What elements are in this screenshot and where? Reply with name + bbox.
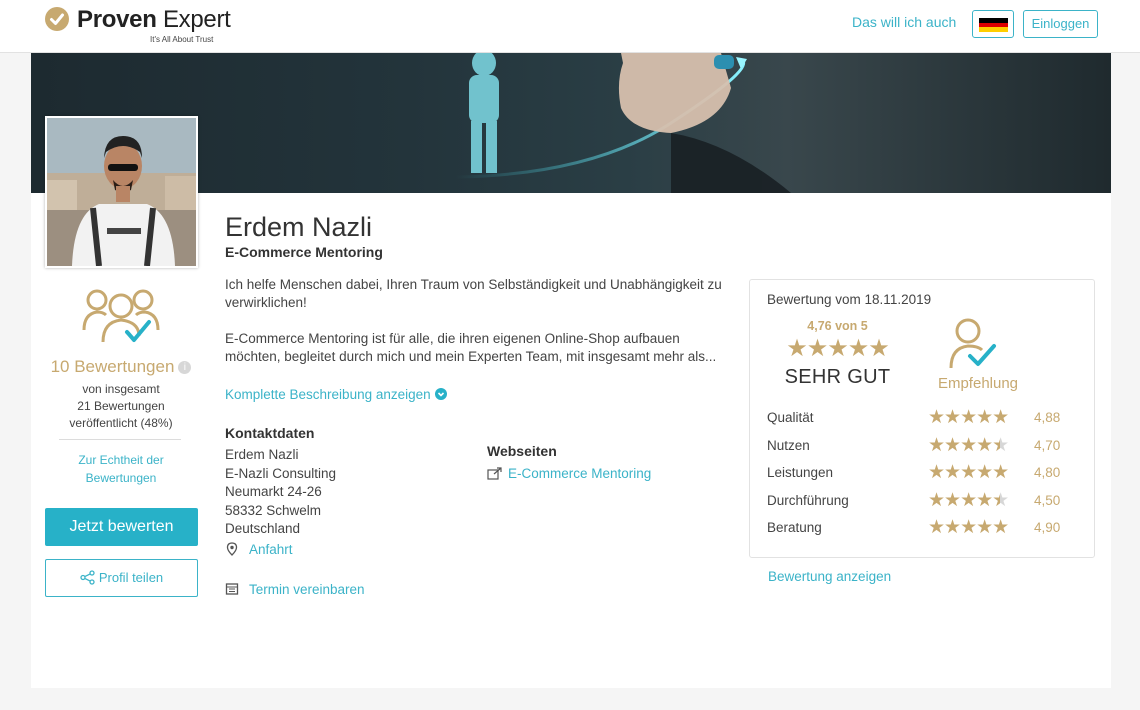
category-value: 4,50 — [1034, 493, 1061, 508]
rating-date: Bewertung vom 18.11.2019 — [767, 292, 932, 307]
category-value: 4,80 — [1034, 465, 1061, 480]
language-selector-button[interactable] — [972, 10, 1014, 38]
rating-category-row: Nutzen ★★★★★ 4,70 — [767, 436, 1087, 456]
category-stars: ★★★★★ — [928, 490, 1009, 511]
category-stars: ★★★★★ — [928, 462, 1009, 483]
rating-category-row: Durchführung ★★★★★ 4,50 — [767, 491, 1087, 511]
recommendation-icon — [948, 316, 1000, 377]
contact-line: 58332 Schwelm — [225, 502, 322, 518]
profile-subtitle: E-Commerce Mentoring — [225, 244, 383, 260]
category-stars: ★★★★★ — [928, 435, 1009, 456]
review-count: 10 Bewertungen i — [31, 357, 211, 377]
share-icon — [80, 570, 95, 585]
description-paragraph: E-Commerce Mentoring ist für alle, die i… — [225, 331, 717, 364]
reviewers-group-icon — [81, 284, 161, 351]
contact-line: E-Nazli Consulting — [225, 465, 337, 481]
info-icon[interactable]: i — [178, 361, 192, 374]
das-will-ich-auch-link[interactable]: Das will ich auch — [852, 14, 956, 30]
profile-card: 10 Bewertungen i von insgesamt 21 Bewertu… — [31, 53, 1111, 688]
profile-description: Ich helfe Menschen dabei, Ihren Traum vo… — [225, 276, 725, 366]
category-value: 4,90 — [1034, 520, 1061, 535]
contact-line: Deutschland — [225, 521, 301, 536]
show-rating-link[interactable]: Bewertung anzeigen — [768, 569, 891, 584]
rating-category-row: Leistungen ★★★★★ 4,80 — [767, 463, 1087, 483]
rating-category-row: Beratung ★★★★★ 4,90 — [767, 518, 1087, 538]
sidebar-divider — [59, 439, 181, 440]
rating-panel: Bewertung vom 18.11.2019 4,76 von 5 ★★★★… — [749, 279, 1095, 558]
full-description-link[interactable]: Komplette Beschreibung anzeigen — [225, 387, 447, 402]
review-sub-line: von insgesamt — [82, 382, 160, 396]
share-profile-button[interactable]: Profil teilen — [45, 559, 198, 597]
share-profile-label: Profil teilen — [98, 570, 164, 585]
contact-heading: Kontaktdaten — [225, 425, 315, 441]
appointment-link[interactable]: Termin vereinbaren — [225, 582, 365, 597]
category-name: Nutzen — [767, 438, 810, 453]
category-name: Durchführung — [767, 493, 849, 508]
rating-verdict: SEHR GUT — [784, 366, 891, 388]
website-link[interactable]: E-Commerce Mentoring — [487, 466, 651, 481]
rating-score: 4,76 von 5 — [807, 319, 868, 333]
review-summary: von insgesamt 21 Bewertungen veröffentli… — [31, 381, 211, 432]
chevron-down-icon — [434, 388, 447, 400]
category-name: Leistungen — [767, 465, 834, 480]
category-value: 4,88 — [1034, 410, 1061, 425]
logo-wordmark: Proven Expert — [77, 6, 231, 33]
authenticity-link[interactable]: Zur Echtheit der Bewertungen — [61, 451, 181, 487]
top-navigation-bar: Proven Expert It's All About Trust Das w… — [0, 0, 1140, 53]
logo-tagline: It's All About Trust — [150, 35, 214, 44]
recommendation-label: Empfehlung — [937, 375, 1019, 392]
contact-line: Neumarkt 24-26 — [225, 484, 322, 499]
rate-now-button[interactable]: Jetzt bewerten — [45, 508, 198, 546]
germany-flag-icon — [979, 18, 1008, 33]
overall-stars: ★★★★★ — [786, 335, 890, 362]
websites-heading: Webseiten — [487, 443, 557, 459]
contact-line: Erdem Nazli — [225, 447, 299, 462]
login-button[interactable]: Einloggen — [1023, 10, 1098, 38]
review-sub-line: 21 Bewertungen — [77, 399, 165, 413]
directions-link[interactable]: Anfahrt — [225, 542, 293, 557]
profile-photo — [45, 116, 198, 268]
description-paragraph: Ich helfe Menschen dabei, Ihren Traum vo… — [225, 277, 722, 310]
contact-address: Erdem Nazli E-Nazli Consulting Neumarkt … — [225, 446, 336, 539]
rating-category-row: Qualität ★★★★★ 4,88 — [767, 408, 1087, 428]
category-stars: ★★★★★ — [928, 517, 1009, 538]
category-value: 4,70 — [1034, 438, 1061, 453]
map-pin-icon — [226, 542, 238, 556]
category-name: Beratung — [767, 520, 822, 535]
logo-check-icon — [45, 7, 69, 31]
calendar-icon — [225, 583, 239, 595]
review-sub-line: veröffentlicht (48%) — [69, 416, 173, 430]
profile-name: Erdem Nazli — [225, 212, 373, 242]
category-name: Qualität — [767, 410, 814, 425]
category-stars: ★★★★★ — [928, 407, 1009, 428]
external-link-icon — [487, 467, 502, 480]
